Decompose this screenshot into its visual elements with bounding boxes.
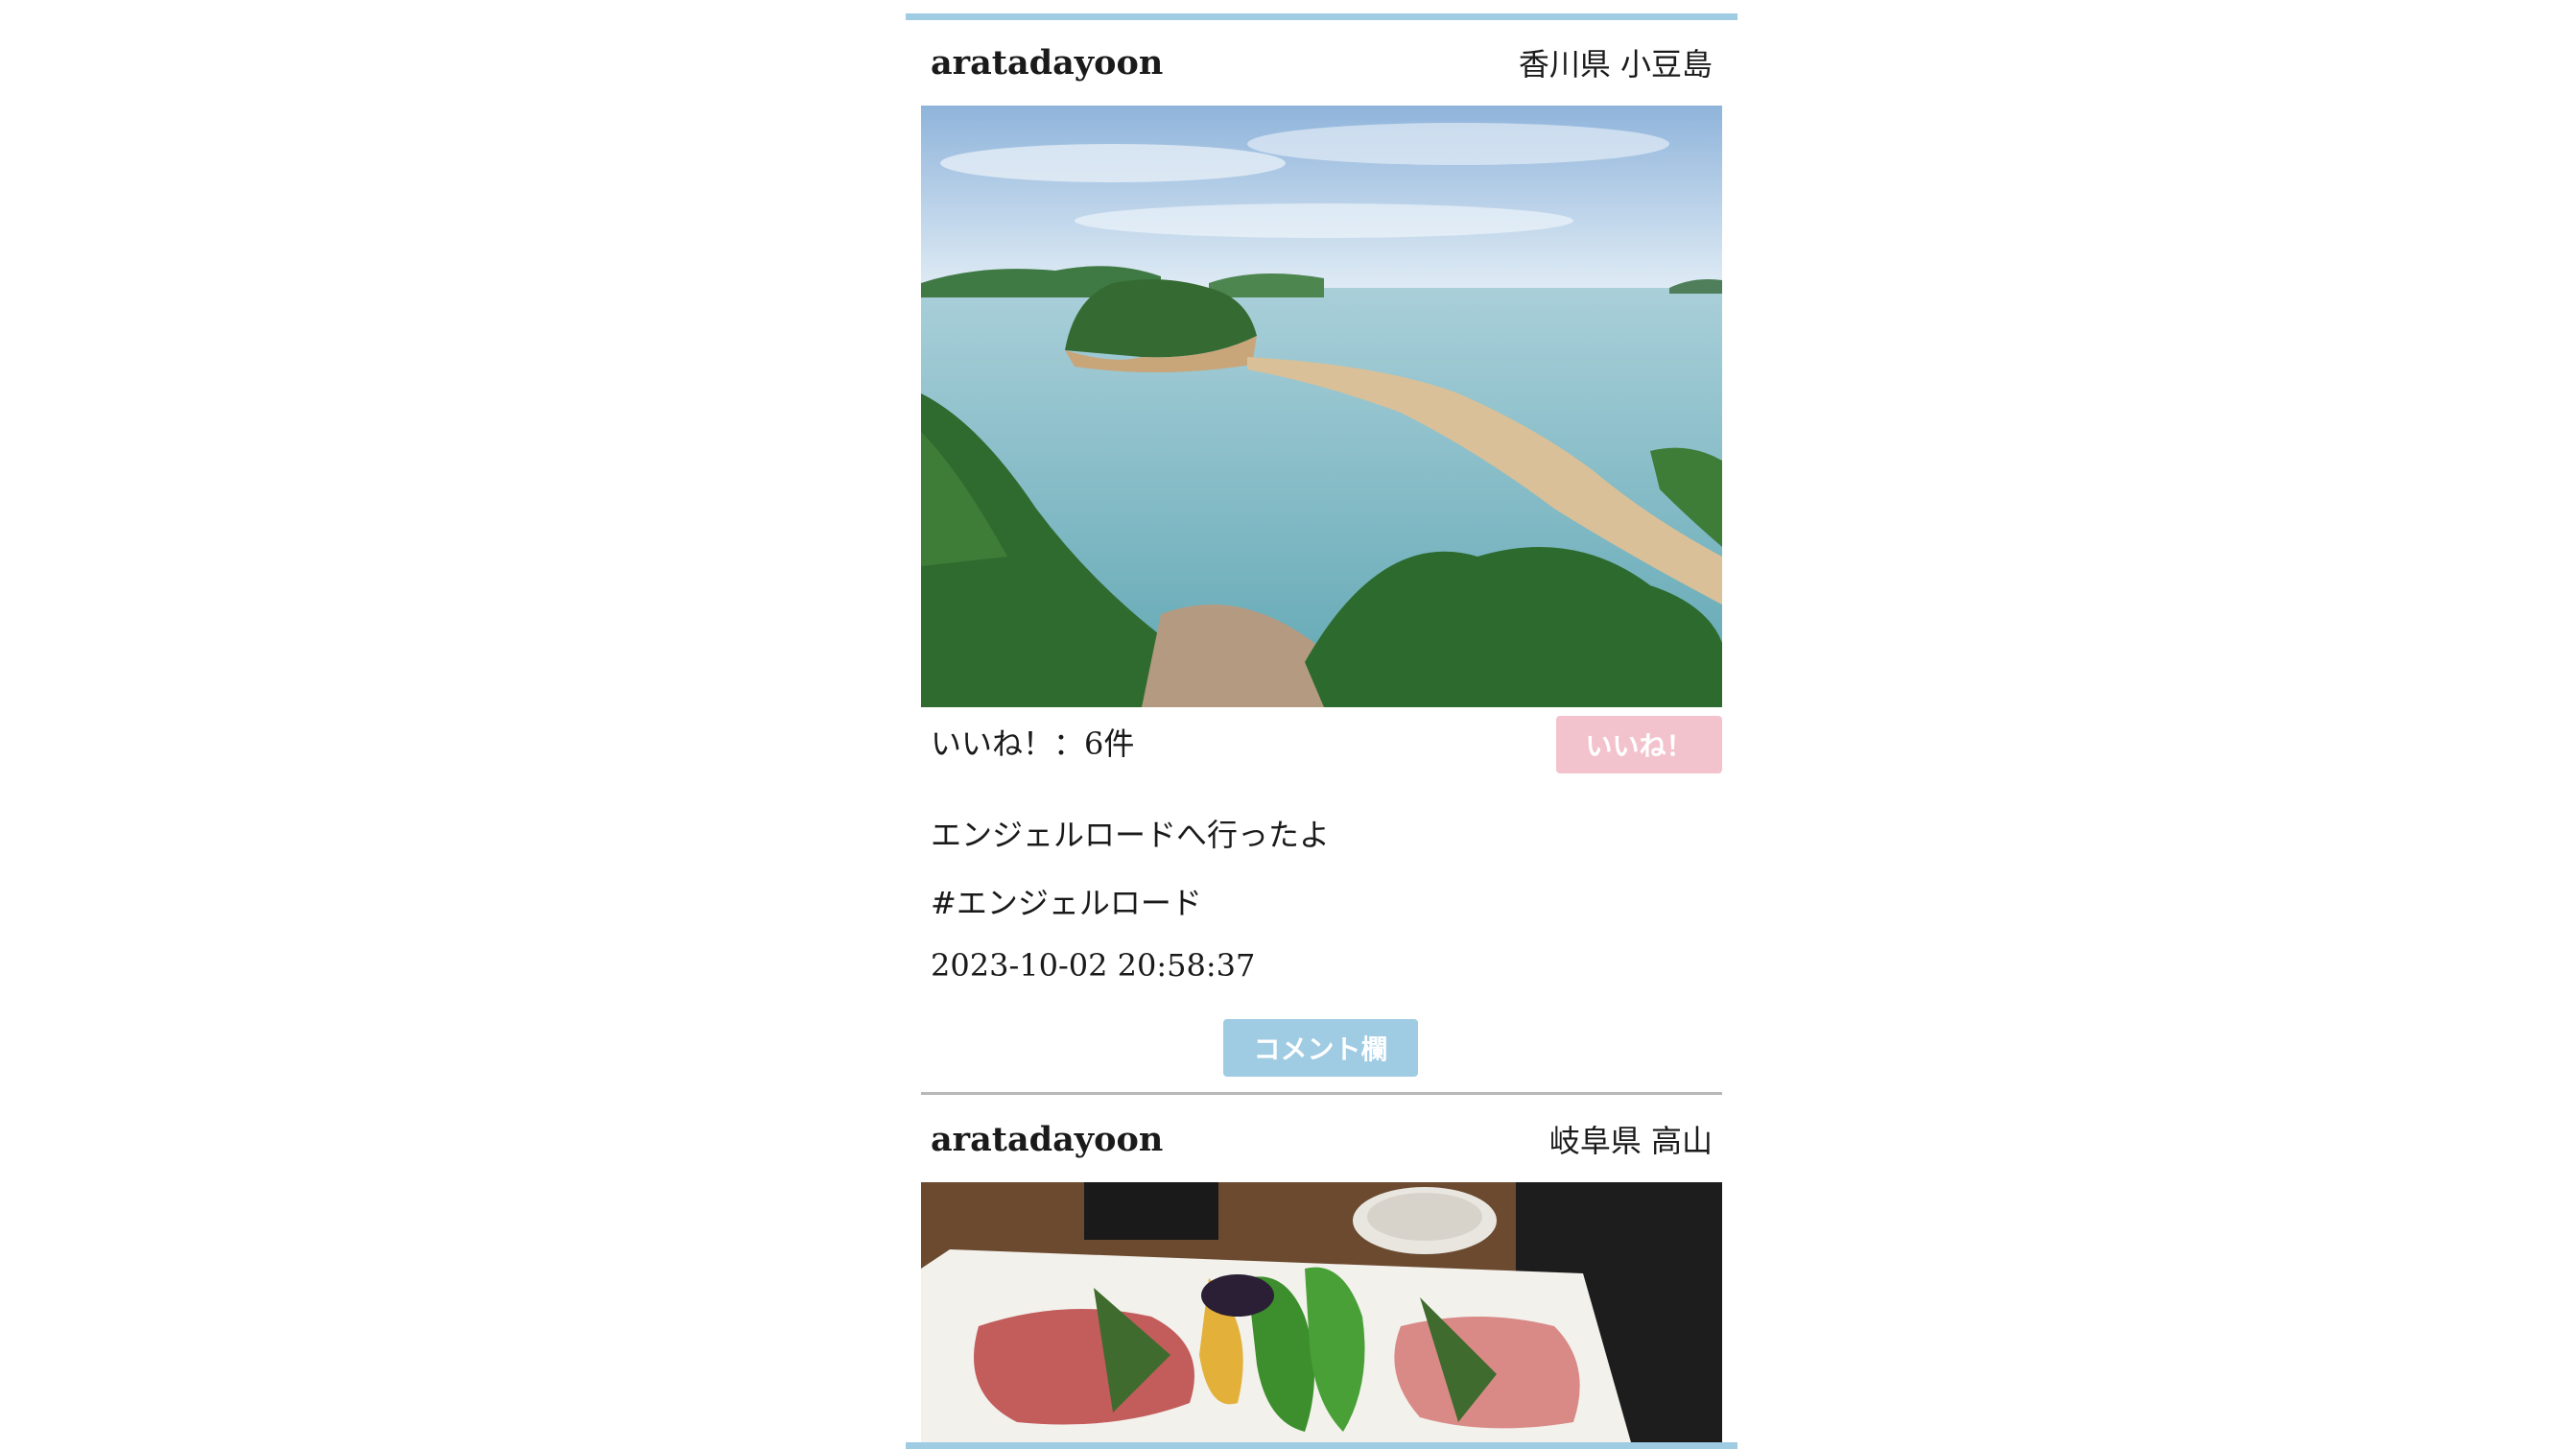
feed-top-border <box>906 13 1737 20</box>
post-location: 岐阜県 高山 <box>1548 1123 1713 1159</box>
post-username[interactable]: aratadayoon <box>931 1120 1163 1159</box>
post-photo[interactable] <box>921 106 1722 707</box>
like-button[interactable]: いいね！ <box>1556 716 1722 773</box>
post-hashtag[interactable]: #エンジェルロード <box>931 879 1202 923</box>
post-header: aratadayoon 香川県 小豆島 <box>931 38 1713 86</box>
island-sandbar-photo <box>921 106 1722 707</box>
comment-section-button[interactable]: コメント欄 <box>1223 1019 1418 1077</box>
post-caption: エンジェルロードへ行ったよ <box>931 817 1331 853</box>
post-header: aratadayoon 岐阜県 高山 <box>931 1115 1713 1163</box>
likes-count: いいね！：6件 <box>931 725 1135 762</box>
post-username[interactable]: aratadayoon <box>931 43 1163 83</box>
post-location: 香川県 小豆島 <box>1518 46 1713 83</box>
feed-bottom-border <box>906 1442 1737 1449</box>
post-timestamp: 2023-10-02 20:58:37 <box>931 947 1256 984</box>
post-divider <box>921 1092 1722 1095</box>
post-feed: aratadayoon 香川県 小豆島 いいね！：6件 いいね！ エンジェルロー… <box>906 13 1737 1449</box>
post-photo[interactable] <box>921 1182 1722 1442</box>
yakiniku-platter-photo <box>921 1182 1722 1442</box>
